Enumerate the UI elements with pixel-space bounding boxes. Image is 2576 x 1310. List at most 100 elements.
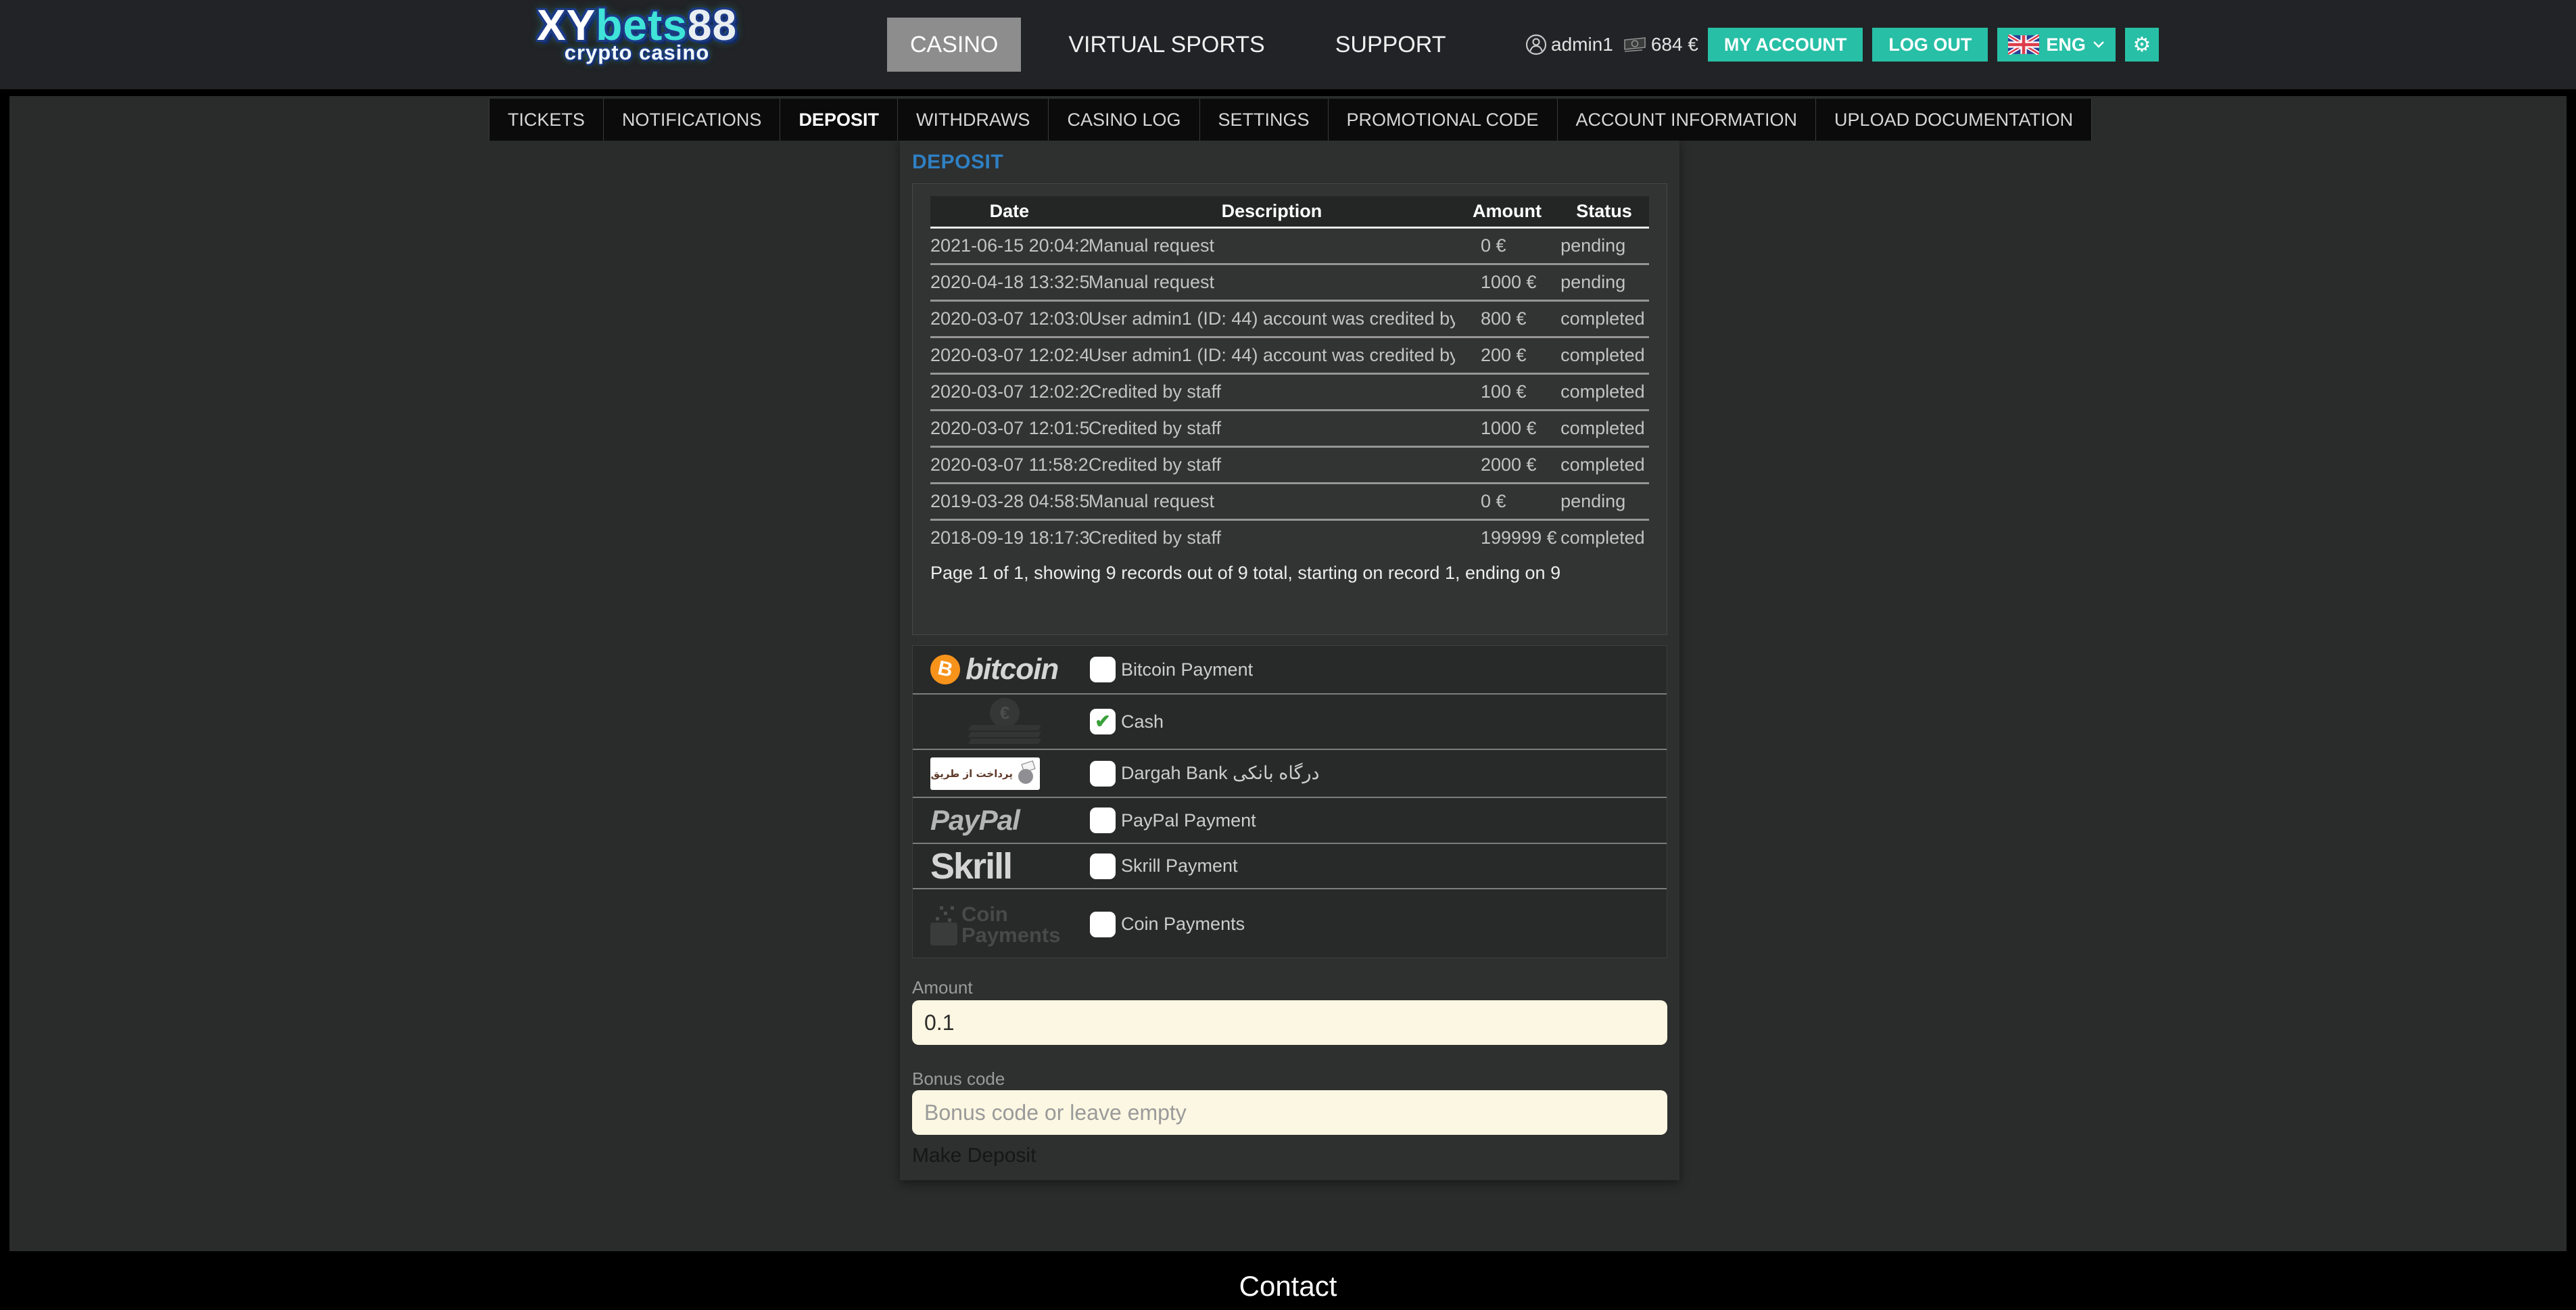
cell-amount: 199999 € xyxy=(1455,519,1559,556)
euro-coin-icon: € xyxy=(990,698,1020,728)
payment-label: PayPal Payment xyxy=(1121,810,1256,831)
uk-flag-icon xyxy=(2008,34,2039,55)
page-title: DEPOSIT xyxy=(912,151,1003,174)
cell-amount: 1000 € xyxy=(1455,410,1559,446)
chevron-down-icon xyxy=(2093,41,2105,49)
cell-status: completed xyxy=(1559,446,1649,483)
subnav-item-upload-documentation[interactable]: UPLOAD DOCUMENTATION xyxy=(1815,99,2092,141)
contact-heading: Contact xyxy=(1239,1270,1337,1310)
user-info: admin1 xyxy=(1525,34,1613,55)
coinpayments-logo: CoinPayments xyxy=(930,904,1090,945)
dargah-figure-icon xyxy=(1016,762,1036,785)
cell-description: Credited by staff xyxy=(1089,446,1455,483)
skrill-checkbox[interactable]: ✔ xyxy=(1090,853,1116,879)
cell-amount: 100 € xyxy=(1455,373,1559,410)
bitcoin-logo: B bitcoin xyxy=(930,653,1090,686)
header: XYbets88 crypto casino CASINO VIRTUAL SP… xyxy=(0,0,2576,89)
payment-label: Cash xyxy=(1121,711,1164,732)
deposit-history-table: Date Description Amount Status 2021-06-1… xyxy=(930,196,1649,556)
subnav-item-account-information[interactable]: ACCOUNT INFORMATION xyxy=(1557,99,1816,141)
payment-row-skrill: Skrill ✔ Skrill Payment xyxy=(913,843,1667,888)
payment-row-coin-payments: CoinPayments ✔ Coin Payments xyxy=(913,888,1667,959)
cell-description: User admin1 (ID: 44) account was credite… xyxy=(1089,337,1455,373)
cell-status: completed xyxy=(1559,337,1649,373)
cell-date: 2020-03-07 12:02:40 xyxy=(930,337,1089,373)
gear-icon: ⚙ xyxy=(2132,33,2151,57)
settings-button[interactable]: ⚙ xyxy=(2125,28,2159,62)
balance: 684 € xyxy=(1623,34,1698,55)
subnav-item-tickets[interactable]: TICKETS xyxy=(489,99,603,141)
account-subnav: TICKETS NOTIFICATIONS DEPOSIT WITHDRAWS … xyxy=(490,99,2091,141)
brand-logo[interactable]: XYbets88 crypto casino xyxy=(502,3,772,65)
cell-status: completed xyxy=(1559,373,1649,410)
bonus-code-input[interactable] xyxy=(912,1090,1667,1135)
paypal-checkbox[interactable]: ✔ xyxy=(1090,808,1116,833)
cell-description: Manual request xyxy=(1089,483,1455,519)
pagination-summary: Page 1 of 1, showing 9 records out of 9 … xyxy=(930,563,1649,584)
subnav-item-promotional-code[interactable]: PROMOTIONAL CODE xyxy=(1328,99,1557,141)
payment-label: Coin Payments xyxy=(1121,914,1245,935)
bitcoin-checkbox[interactable]: ✔ xyxy=(1090,657,1116,682)
payment-row-paypal: PayPal ✔ PayPal Payment xyxy=(913,797,1667,843)
cell-date: 2020-04-18 13:32:54 xyxy=(930,264,1089,300)
amount-input[interactable] xyxy=(912,1000,1667,1045)
table-row: 2020-03-07 11:58:22 Credited by staff 20… xyxy=(930,446,1649,483)
table-row: 2020-03-07 12:03:07 User admin1 (ID: 44)… xyxy=(930,300,1649,337)
main-nav: CASINO VIRTUAL SPORTS SUPPORT xyxy=(887,0,1469,89)
subnav-item-notifications[interactable]: NOTIFICATIONS xyxy=(603,99,780,141)
cell-status: pending xyxy=(1559,227,1649,264)
username: admin1 xyxy=(1551,34,1613,55)
column-header-description: Description xyxy=(1089,196,1455,227)
payment-methods: B bitcoin ✔ Bitcoin Payment € ✔ Cash xyxy=(912,645,1667,958)
payment-label: Dargah Bank درگاه بانکی xyxy=(1121,763,1320,784)
column-header-date: Date xyxy=(930,196,1089,227)
dargah-bank-checkbox[interactable]: ✔ xyxy=(1090,761,1116,787)
column-header-status: Status xyxy=(1559,196,1649,227)
table-row: 2018-09-19 18:17:39 Credited by staff 19… xyxy=(930,519,1649,556)
amount-label: Amount xyxy=(912,977,973,998)
table-row: 2019-03-28 04:58:57 Manual request 0 € p… xyxy=(930,483,1649,519)
cell-status: completed xyxy=(1559,410,1649,446)
cell-amount: 0 € xyxy=(1455,227,1559,264)
table-row: 2020-03-07 12:02:40 User admin1 (ID: 44)… xyxy=(930,337,1649,373)
cell-amount: 1000 € xyxy=(1455,264,1559,300)
cell-date: 2019-03-28 04:58:57 xyxy=(930,483,1089,519)
cell-amount: 0 € xyxy=(1455,483,1559,519)
cell-amount: 200 € xyxy=(1455,337,1559,373)
cell-status: pending xyxy=(1559,264,1649,300)
subnav-item-settings[interactable]: SETTINGS xyxy=(1199,99,1328,141)
check-icon: ✔ xyxy=(1095,712,1110,731)
cell-status: completed xyxy=(1559,300,1649,337)
wallet-icon xyxy=(930,922,957,945)
payment-row-dargah-bank: پرداخت از طریق درگاه بانکی ✔ Dargah Bank… xyxy=(913,749,1667,797)
subnav-item-withdraws[interactable]: WITHDRAWS xyxy=(897,99,1048,141)
paypal-logo: PayPal xyxy=(930,804,1090,837)
cell-description: Manual request xyxy=(1089,227,1455,264)
cell-amount: 2000 € xyxy=(1455,446,1559,483)
nav-item-casino[interactable]: CASINO xyxy=(887,18,1021,72)
cell-status: completed xyxy=(1559,519,1649,556)
cell-date: 2020-03-07 11:58:22 xyxy=(930,446,1089,483)
cell-date: 2020-03-07 12:01:55 xyxy=(930,410,1089,446)
my-account-button[interactable]: MY ACCOUNT xyxy=(1708,28,1863,62)
subnav-item-casino-log[interactable]: CASINO LOG xyxy=(1048,99,1199,141)
table-row: 2020-03-07 12:02:22 Credited by staff 10… xyxy=(930,373,1649,410)
cash-checkbox[interactable]: ✔ xyxy=(1090,709,1116,734)
footer: Contact xyxy=(0,1251,2576,1310)
coin-payments-checkbox[interactable]: ✔ xyxy=(1090,912,1116,937)
subnav-item-deposit[interactable]: DEPOSIT xyxy=(780,99,897,141)
deposit-panel: DEPOSIT Date Description Amount Status 2… xyxy=(900,140,1679,1180)
nav-item-support[interactable]: SUPPORT xyxy=(1312,18,1469,72)
make-deposit-button[interactable]: Make Deposit xyxy=(912,1144,1036,1167)
cell-description: Manual request xyxy=(1089,264,1455,300)
cell-date: 2021-06-15 20:04:26 xyxy=(930,227,1089,264)
log-out-button[interactable]: LOG OUT xyxy=(1872,28,1988,62)
payment-row-bitcoin: B bitcoin ✔ Bitcoin Payment xyxy=(913,646,1667,693)
cell-date: 2020-03-07 12:02:22 xyxy=(930,373,1089,410)
nav-item-virtual-sports[interactable]: VIRTUAL SPORTS xyxy=(1045,18,1287,72)
table-header-row: Date Description Amount Status xyxy=(930,196,1649,227)
language-label: ENG xyxy=(2046,34,2086,55)
payment-label: Bitcoin Payment xyxy=(1121,659,1253,680)
cash-logo: € xyxy=(930,697,1090,747)
language-selector[interactable]: ENG xyxy=(1997,28,2116,62)
